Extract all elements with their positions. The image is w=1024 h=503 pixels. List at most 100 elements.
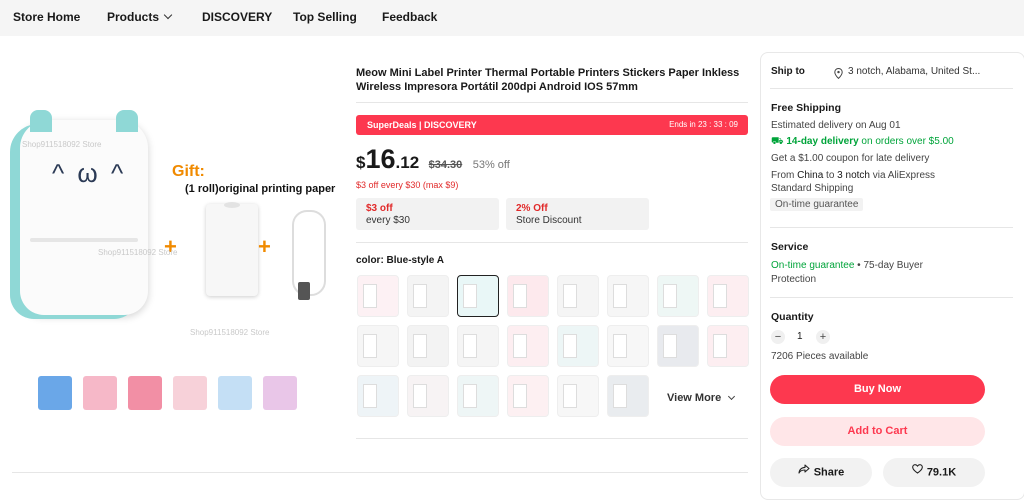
cat-face: ^ ω ^ <box>52 158 127 188</box>
ship-from-country: China <box>797 170 824 181</box>
store-nav-bar: Store Home Products DISCOVERY Top Sellin… <box>0 0 1024 36</box>
color-swatch[interactable] <box>357 375 399 417</box>
color-swatch[interactable] <box>357 275 399 317</box>
share-icon <box>798 457 810 486</box>
divider <box>356 438 748 439</box>
swatch-printer-thumb <box>513 384 527 408</box>
printer-ear-right <box>116 110 138 132</box>
color-swatch[interactable] <box>607 375 649 417</box>
quantity-decrease-button[interactable]: − <box>771 330 785 344</box>
gift-title: Gift: <box>172 163 205 180</box>
color-swatch[interactable] <box>407 375 449 417</box>
nav-products[interactable]: Products <box>107 10 173 24</box>
color-swatch[interactable] <box>657 325 699 367</box>
ship-from-mid: to <box>826 170 835 181</box>
late-coupon: Get a $1.00 coupon for late delivery <box>771 153 930 164</box>
nav-store-home[interactable]: Store Home <box>13 10 80 24</box>
add-to-cart-button[interactable]: Add to Cart <box>770 417 985 446</box>
color-swatch[interactable] <box>507 275 549 317</box>
thumbnail-image[interactable] <box>128 376 162 410</box>
service-line-2: Protection <box>771 274 817 285</box>
color-swatch[interactable] <box>557 325 599 367</box>
color-swatch[interactable] <box>607 325 649 367</box>
fast-delivery: ⛟ 14-day delivery on orders over $5.00 <box>771 136 954 149</box>
coupon-amount: $3 off <box>366 203 393 214</box>
color-swatch[interactable] <box>457 275 499 317</box>
swatch-printer-thumb <box>413 284 427 308</box>
swatch-printer-thumb <box>413 334 427 358</box>
ship-from: From China to 3 notch via AliExpress <box>771 170 935 181</box>
divider <box>770 297 1013 298</box>
deal-countdown: Ends in 23 : 33 : 09 <box>669 120 738 129</box>
ship-from-suffix: via AliExpress <box>872 170 936 181</box>
thumbnail-image[interactable] <box>38 376 72 410</box>
color-swatch[interactable] <box>657 275 699 317</box>
on-time-tag: On-time guarantee <box>770 198 864 211</box>
share-button[interactable]: Share <box>770 458 872 487</box>
swatch-printer-thumb <box>713 334 727 358</box>
color-swatch[interactable] <box>357 325 399 367</box>
thumbnail-image[interactable] <box>263 376 297 410</box>
color-swatch[interactable] <box>557 275 599 317</box>
color-label: color: Blue-style A <box>356 255 444 266</box>
share-label: Share <box>813 466 845 479</box>
color-swatch[interactable] <box>607 275 649 317</box>
swatch-printer-thumb <box>563 284 577 308</box>
swatch-printer-thumb <box>563 384 577 408</box>
coupon-card[interactable]: $3 off every $30 <box>356 198 499 230</box>
color-swatch[interactable] <box>507 325 549 367</box>
color-swatch[interactable] <box>457 325 499 367</box>
nav-discovery[interactable]: DISCOVERY <box>202 10 272 24</box>
quantity-heading: Quantity <box>771 311 814 323</box>
service-line: On-time guarantee • 75-day Buyer <box>771 260 923 271</box>
heart-icon <box>911 457 923 486</box>
watermark: Shop911518092 Store <box>190 328 270 337</box>
thumbnail-image[interactable] <box>173 376 207 410</box>
color-swatch[interactable] <box>407 275 449 317</box>
ship-from-prefix: From <box>771 170 795 181</box>
nav-feedback[interactable]: Feedback <box>382 10 437 24</box>
coupon-condition: every $30 <box>366 215 410 226</box>
swatch-printer-thumb <box>363 284 377 308</box>
color-swatch[interactable] <box>507 375 549 417</box>
service-protection: • 75-day Buyer <box>854 260 923 271</box>
gift-subtitle: (1 roll)original printing paper <box>185 183 336 195</box>
color-swatch[interactable] <box>407 325 449 367</box>
swatch-printer-thumb <box>713 284 727 308</box>
thumbnail-image[interactable] <box>83 376 117 410</box>
superdeals-banner[interactable]: SuperDeals | DISCOVERY Ends in 23 : 33 :… <box>356 115 748 135</box>
color-swatch[interactable] <box>457 375 499 417</box>
quantity-value[interactable]: 1 <box>797 331 803 342</box>
swatch-printer-thumb <box>463 384 477 408</box>
divider <box>12 472 748 473</box>
coupon-card[interactable]: 2% Off Store Discount <box>506 198 649 230</box>
price-decimal: .12 <box>395 153 420 172</box>
ship-to-value[interactable]: 3 notch, Alabama, United St... <box>848 66 980 77</box>
free-shipping-heading: Free Shipping <box>771 102 842 114</box>
wishlist-button[interactable]: 79.1K <box>883 458 985 487</box>
nav-products-label: Products <box>107 10 160 24</box>
main-product-image[interactable]: ^ ω ^ Gift: (1 roll)original printing pa… <box>12 58 342 350</box>
ship-from-dest: 3 notch <box>837 170 870 181</box>
swatch-printer-thumb <box>513 284 527 308</box>
chevron-down-icon <box>163 10 173 20</box>
color-swatch[interactable] <box>707 275 749 317</box>
divider <box>770 88 1013 89</box>
price-block: $16.12 $34.30 53% off <box>356 144 510 175</box>
deal-brand: SuperDeals | DISCOVERY <box>367 120 477 130</box>
color-swatch[interactable] <box>707 325 749 367</box>
location-pin-icon <box>834 66 843 84</box>
swatch-printer-thumb <box>613 334 627 358</box>
product-title: Meow Mini Label Printer Thermal Portable… <box>356 67 740 93</box>
quantity-increase-button[interactable]: + <box>816 330 830 344</box>
standard-shipping: Standard Shipping <box>771 183 854 194</box>
buy-now-button[interactable]: Buy Now <box>770 375 985 404</box>
thumbnail-image[interactable] <box>218 376 252 410</box>
view-more-button[interactable]: View More <box>667 392 736 404</box>
ship-to-label: Ship to <box>771 66 805 77</box>
color-swatch[interactable] <box>557 375 599 417</box>
swatch-printer-thumb <box>663 334 677 358</box>
nav-top-selling[interactable]: Top Selling <box>293 10 357 24</box>
swatch-printer-thumb <box>513 334 527 358</box>
original-price: $34.30 <box>428 159 463 171</box>
